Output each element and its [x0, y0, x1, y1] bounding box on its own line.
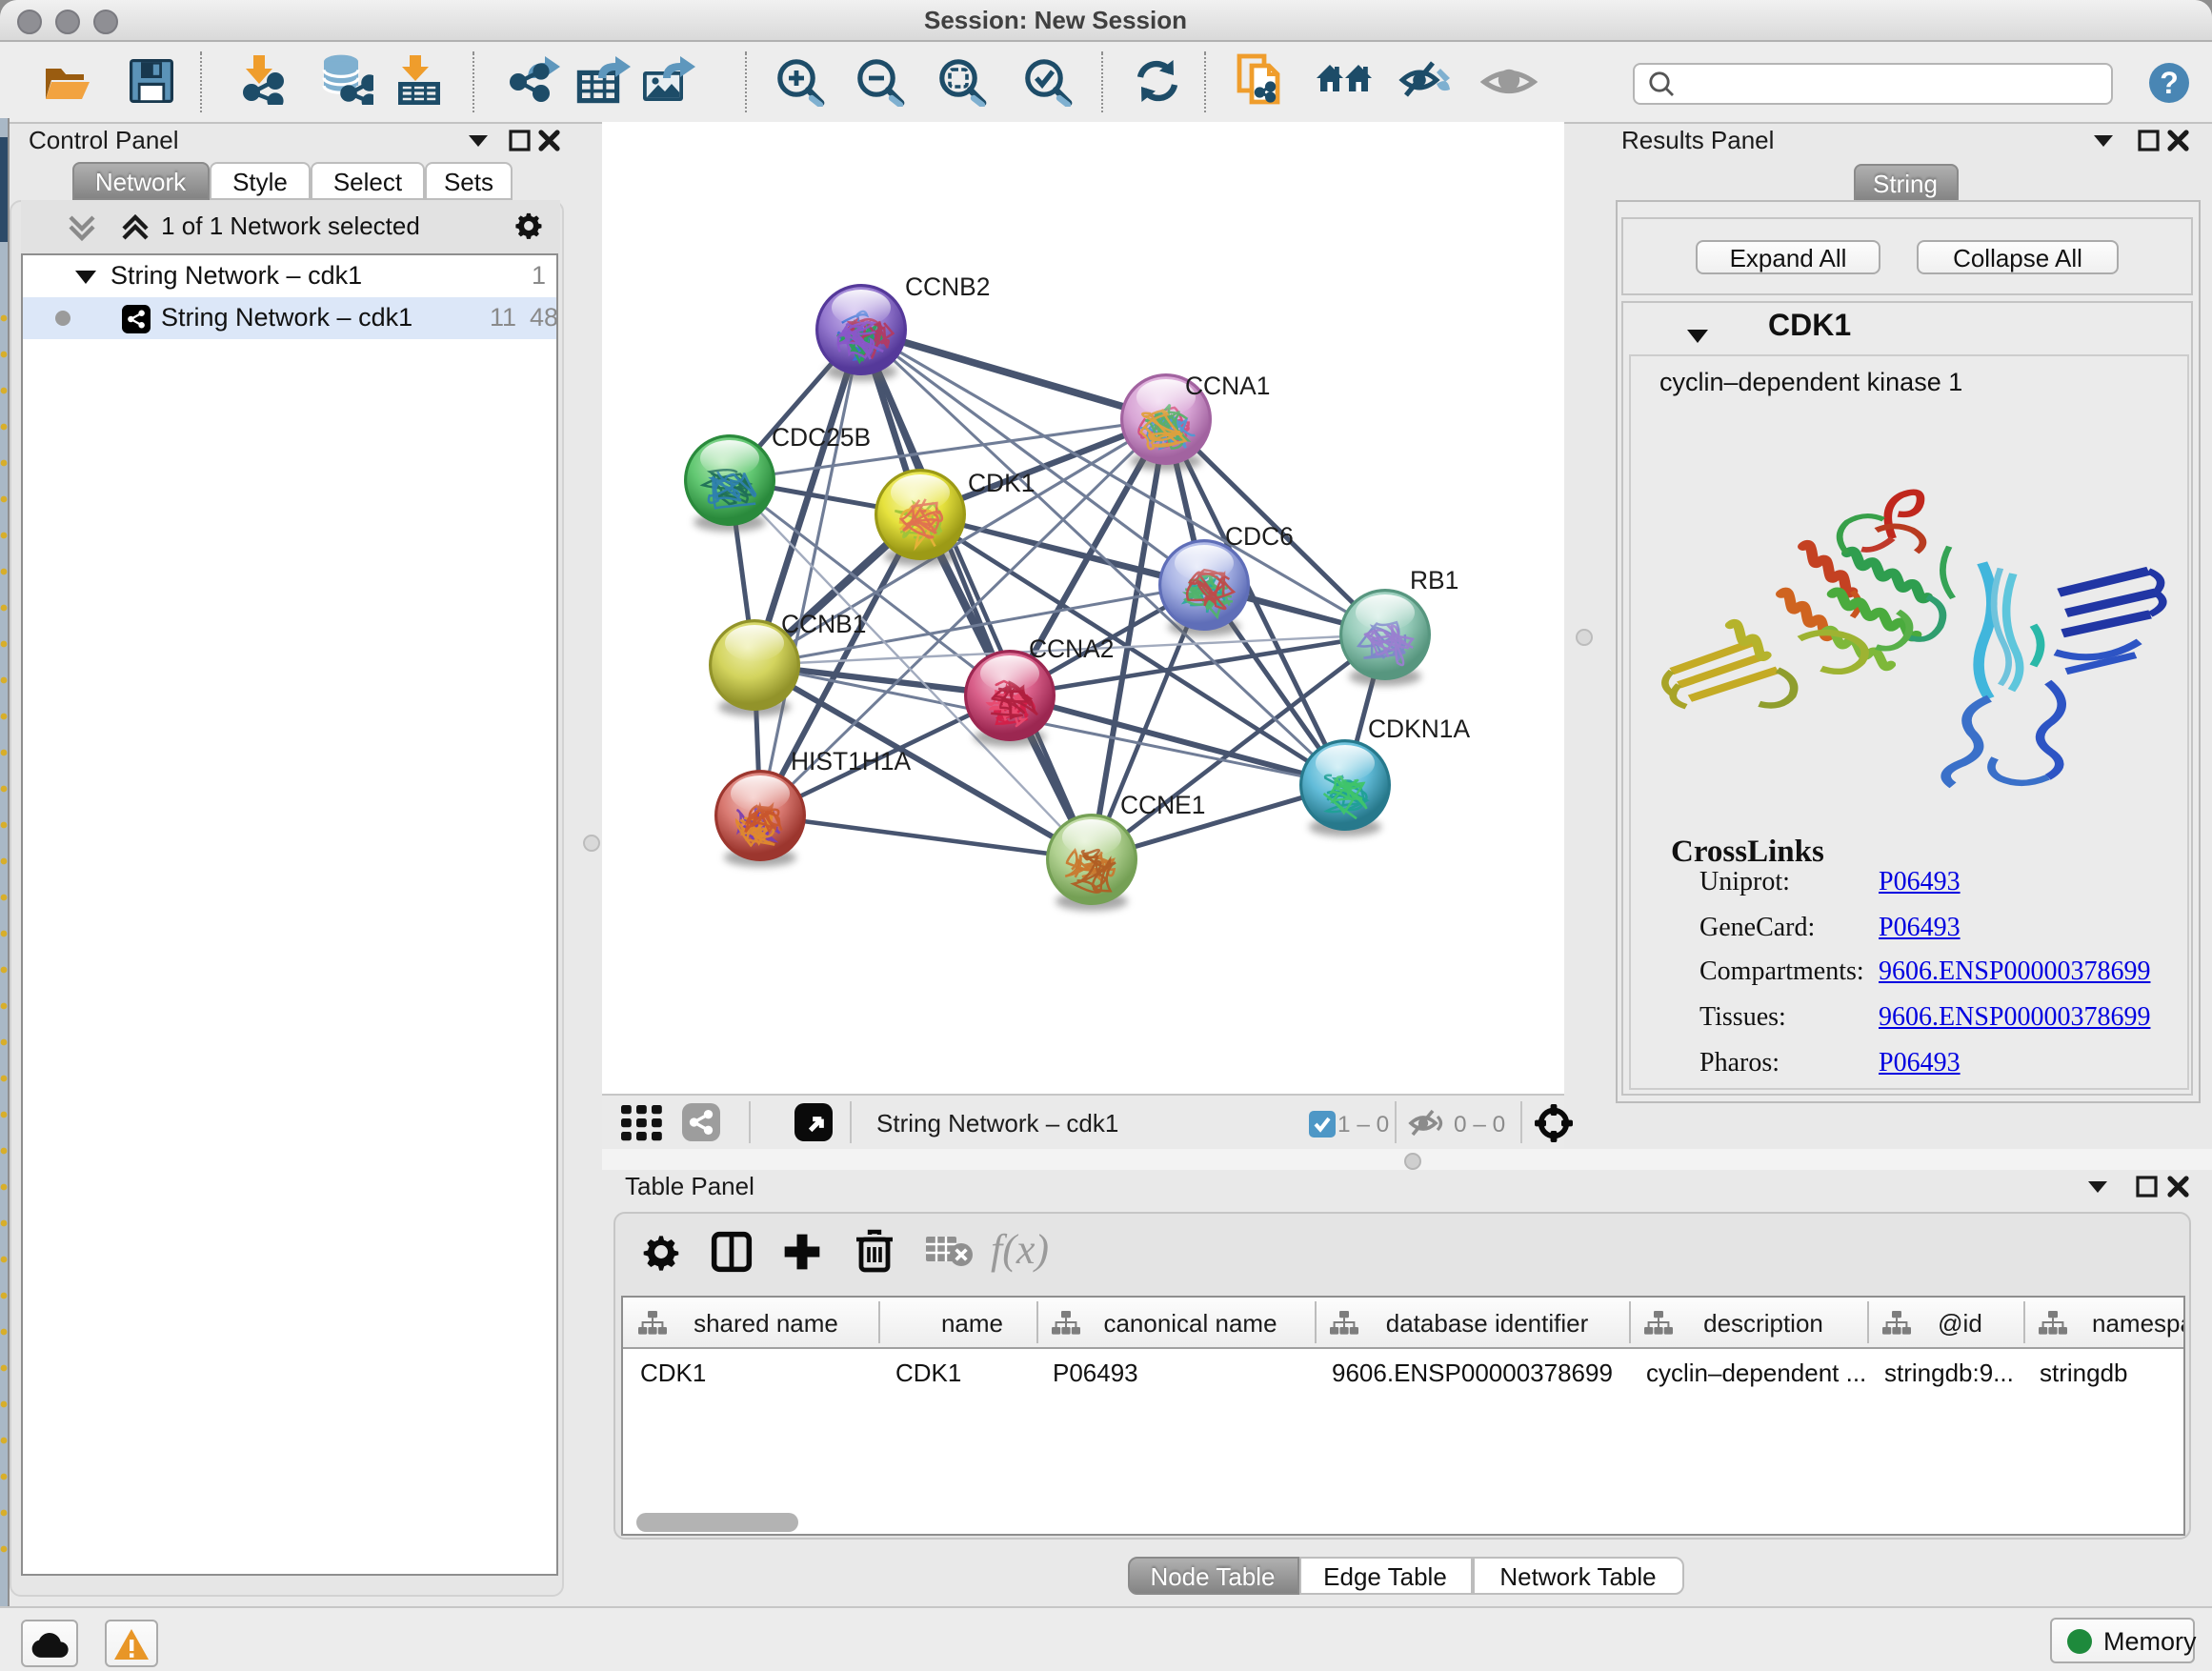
svg-text:?: ?	[2160, 66, 2179, 100]
svg-text:CDC6: CDC6	[1225, 522, 1294, 551]
svg-text:CDKN1A: CDKN1A	[1368, 715, 1470, 743]
svg-text:CDC25B: CDC25B	[772, 423, 871, 452]
svg-text:CCNA2: CCNA2	[1029, 634, 1114, 663]
svg-text:HIST1H1A: HIST1H1A	[791, 747, 912, 775]
svg-text:CCNE1: CCNE1	[1120, 791, 1205, 819]
svg-text:RB1: RB1	[1410, 566, 1458, 594]
svg-text:CCNB1: CCNB1	[781, 610, 866, 638]
svg-text:CCNB2: CCNB2	[905, 272, 990, 301]
svg-text:CCNA1: CCNA1	[1185, 372, 1270, 400]
svg-text:CDK1: CDK1	[968, 469, 1035, 497]
